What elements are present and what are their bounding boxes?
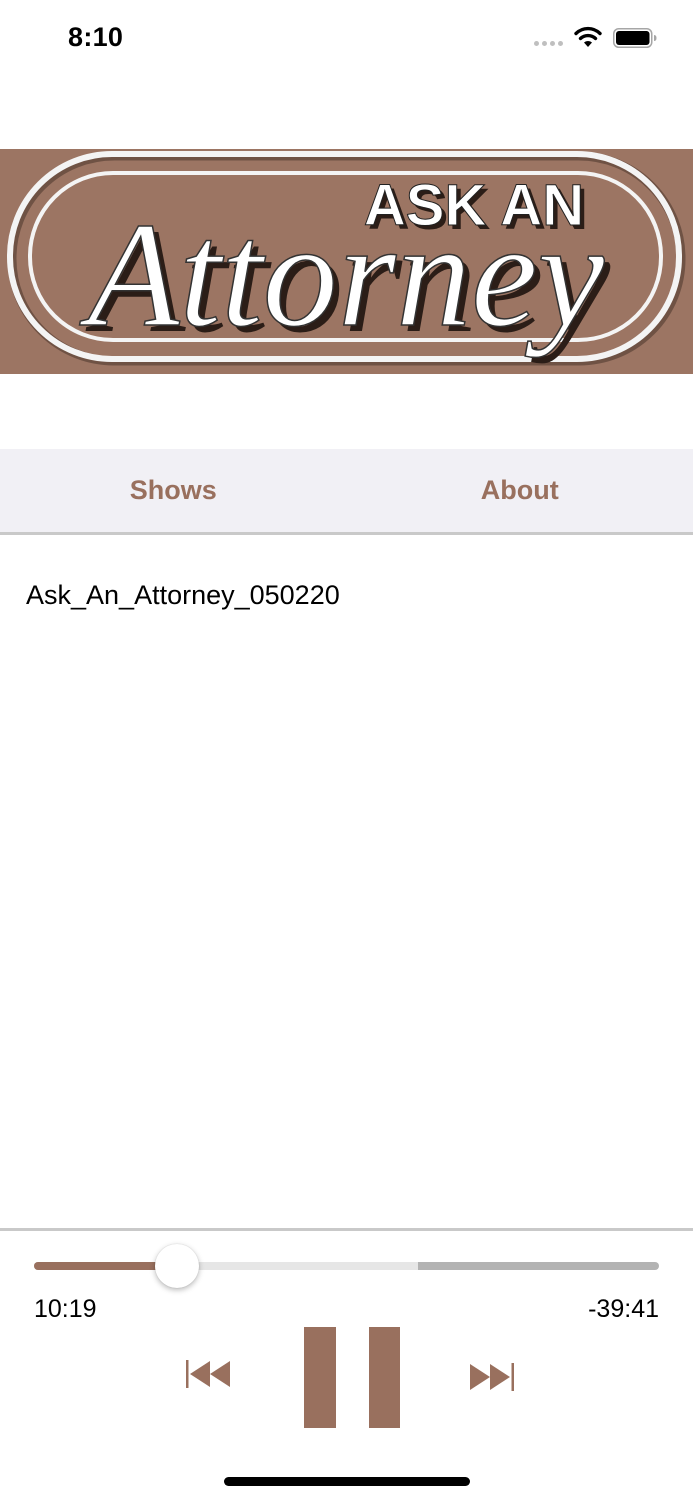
status-time: 8:10: [68, 22, 124, 52]
status-bar: 8:10: [0, 0, 693, 80]
tab-about[interactable]: About: [347, 449, 693, 532]
screen: 8:10 ASK AN ASK AN Attorney Attorney Sho…: [0, 0, 693, 1500]
battery-icon: [613, 28, 657, 48]
episode-list: Ask_An_Attorney_050220: [0, 538, 693, 656]
home-indicator: [224, 1477, 470, 1486]
audio-player: 10:19 -39:41: [0, 1228, 693, 1500]
previous-track-icon[interactable]: [184, 1358, 232, 1390]
wifi-icon: [574, 26, 602, 47]
signal-icon: [534, 38, 566, 46]
tab-bar: Shows About: [0, 449, 693, 535]
pause-icon[interactable]: [304, 1327, 402, 1429]
tab-shows[interactable]: Shows: [0, 449, 347, 532]
elapsed-time: 10:19: [34, 1295, 97, 1323]
ask-an-attorney-banner: ASK AN ASK AN Attorney Attorney: [0, 149, 693, 374]
banner-line2: Attorney: [79, 192, 605, 358]
remaining-time: -39:41: [588, 1295, 659, 1323]
next-track-icon[interactable]: [468, 1361, 516, 1393]
slider-thumb[interactable]: [154, 1244, 199, 1288]
list-item[interactable]: Ask_An_Attorney_050220: [0, 538, 693, 656]
progress-slider[interactable]: [34, 1262, 659, 1270]
